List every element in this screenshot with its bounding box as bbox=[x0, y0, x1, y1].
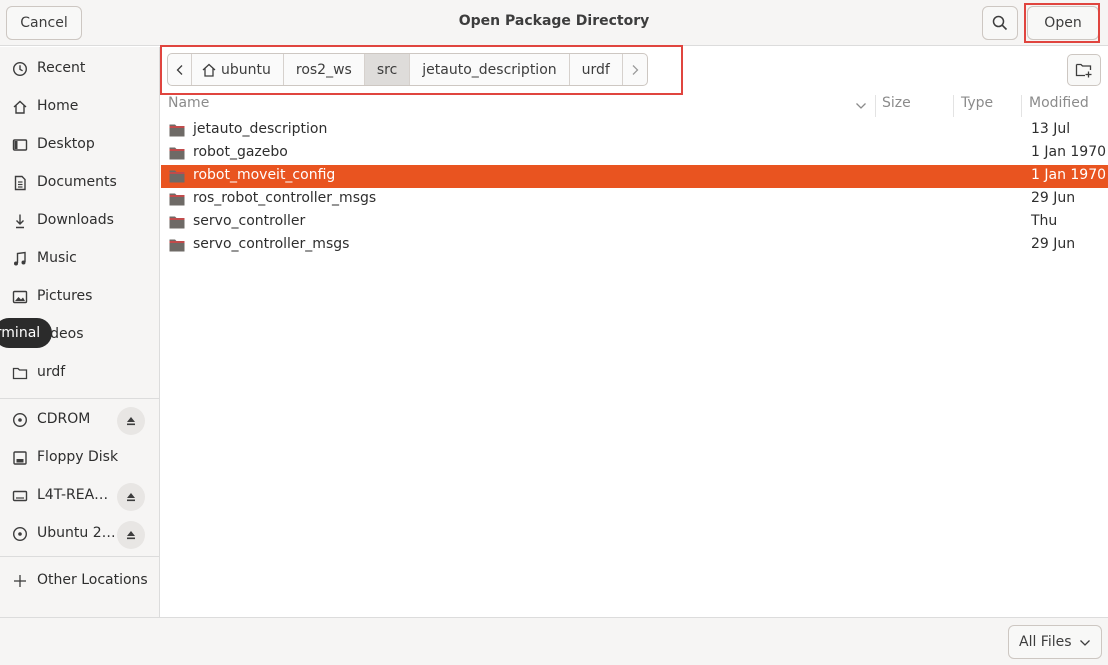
sidebar-item-label: Music bbox=[37, 250, 77, 266]
column-header-modified[interactable]: Modified bbox=[1029, 95, 1089, 117]
download-icon bbox=[11, 213, 29, 229]
sidebar-item-label: Desktop bbox=[37, 136, 95, 152]
file-row[interactable]: servo_controller_msgs 29 Jun bbox=[161, 234, 1108, 257]
sidebar-item-desktop[interactable]: Desktop bbox=[0, 126, 159, 164]
sidebar-item-l4t-drive[interactable]: L4T-REA… bbox=[0, 477, 159, 515]
sidebar-item-label: Downloads bbox=[37, 212, 114, 228]
new-folder-button[interactable] bbox=[1067, 54, 1101, 86]
sidebar-item-label: Recent bbox=[37, 60, 86, 76]
folder-icon bbox=[169, 239, 185, 252]
file-modified: Thu bbox=[1031, 213, 1058, 229]
folder-icon bbox=[169, 170, 185, 183]
terminal-tooltip: Terminal bbox=[0, 318, 53, 348]
eject-icon[interactable] bbox=[117, 521, 145, 549]
drive-icon bbox=[11, 488, 29, 504]
sidebar-divider bbox=[0, 556, 159, 557]
new-folder-icon bbox=[1075, 63, 1092, 78]
home-icon bbox=[11, 99, 29, 115]
eject-icon[interactable] bbox=[117, 407, 145, 435]
music-icon bbox=[11, 251, 29, 267]
document-icon bbox=[11, 175, 29, 191]
file-row[interactable]: jetauto_description 13 Jul bbox=[161, 119, 1108, 142]
sidebar-item-recent[interactable]: Recent bbox=[0, 50, 159, 88]
floppy-icon bbox=[11, 450, 29, 466]
sidebar-item-label: L4T-REA… bbox=[37, 487, 109, 503]
folder-icon bbox=[11, 365, 29, 381]
sidebar-item-label: CDROM bbox=[37, 411, 91, 427]
sidebar-item-floppy-disk[interactable]: Floppy Disk bbox=[0, 439, 159, 477]
folder-icon bbox=[169, 193, 185, 206]
column-separator bbox=[1021, 95, 1022, 117]
sidebar-item-label: Ubuntu 2… bbox=[37, 525, 116, 541]
sidebar-item-documents[interactable]: Documents bbox=[0, 164, 159, 202]
column-header-name[interactable]: Name bbox=[168, 95, 209, 117]
file-name: ros_robot_controller_msgs bbox=[193, 190, 377, 206]
sidebar-item-label: Floppy Disk bbox=[37, 449, 119, 465]
sidebar-item-label: Documents bbox=[37, 174, 117, 190]
sidebar-item-label: Home bbox=[37, 98, 79, 114]
file-name: robot_gazebo bbox=[193, 144, 288, 160]
sidebar-item-downloads[interactable]: Downloads bbox=[0, 202, 159, 240]
search-button[interactable] bbox=[982, 6, 1018, 40]
file-name: servo_controller bbox=[193, 213, 306, 229]
chevron-down-icon bbox=[1080, 640, 1090, 646]
folder-icon bbox=[169, 216, 185, 229]
file-row[interactable]: robot_gazebo 1 Jan 1970 bbox=[161, 142, 1108, 165]
column-header-type[interactable]: Type bbox=[961, 95, 993, 117]
sidebar-item-label: urdf bbox=[37, 364, 66, 380]
column-separator bbox=[953, 95, 954, 117]
sidebar-item-ubuntu-disc[interactable]: Ubuntu 2… bbox=[0, 515, 159, 553]
dialog-title: Open Package Directory bbox=[458, 13, 650, 29]
sidebar-item-other-locations[interactable]: Other Locations bbox=[0, 562, 159, 600]
plus-icon bbox=[11, 573, 29, 589]
sidebar-divider bbox=[0, 398, 159, 399]
file-name: servo_controller_msgs bbox=[193, 236, 350, 252]
file-row[interactable]: ros_robot_controller_msgs 29 Jun bbox=[161, 188, 1108, 211]
sidebar-item-pictures[interactable]: Pictures bbox=[0, 278, 159, 316]
disc-icon bbox=[11, 412, 29, 428]
sidebar-item-urdf[interactable]: urdf bbox=[0, 354, 159, 392]
disc-icon bbox=[11, 526, 29, 542]
file-row[interactable]: servo_controller Thu bbox=[161, 211, 1108, 234]
sidebar-item-music[interactable]: Music bbox=[0, 240, 159, 278]
dialog-footer: All Files bbox=[0, 617, 1108, 665]
desktop-icon bbox=[11, 137, 29, 153]
picture-icon bbox=[11, 289, 29, 305]
sidebar-item-label: Pictures bbox=[37, 288, 93, 304]
chevron-down-icon[interactable] bbox=[855, 101, 867, 111]
file-filter-label: All Files bbox=[1019, 634, 1072, 650]
dialog-header: Cancel Open Package Directory Open bbox=[0, 0, 1108, 46]
column-header-size[interactable]: Size bbox=[882, 95, 911, 117]
file-modified: 29 Jun bbox=[1031, 190, 1076, 206]
sidebar-item-cdrom[interactable]: CDROM bbox=[0, 401, 159, 439]
sidebar-item-home[interactable]: Home bbox=[0, 88, 159, 126]
file-name: robot_moveit_config bbox=[193, 167, 336, 183]
file-row-selected[interactable]: robot_moveit_config 1 Jan 1970 bbox=[161, 165, 1108, 188]
folder-icon bbox=[169, 124, 185, 137]
pathbar-highlight-box bbox=[160, 45, 683, 95]
file-modified: 1 Jan 1970 bbox=[1031, 144, 1107, 160]
search-icon bbox=[992, 15, 1008, 31]
folder-icon bbox=[169, 147, 185, 160]
file-modified: 29 Jun bbox=[1031, 236, 1076, 252]
file-modified: 1 Jan 1970 bbox=[1031, 167, 1107, 183]
tooltip-label: Terminal bbox=[0, 325, 41, 341]
sidebar-item-label: Other Locations bbox=[37, 572, 148, 588]
open-highlight-box bbox=[1024, 3, 1100, 43]
file-filter-dropdown[interactable]: All Files bbox=[1008, 625, 1102, 659]
eject-icon[interactable] bbox=[117, 483, 145, 511]
column-separator bbox=[875, 95, 876, 117]
file-modified: 13 Jul bbox=[1031, 121, 1071, 137]
file-name: jetauto_description bbox=[193, 121, 328, 137]
clock-icon bbox=[11, 61, 29, 77]
